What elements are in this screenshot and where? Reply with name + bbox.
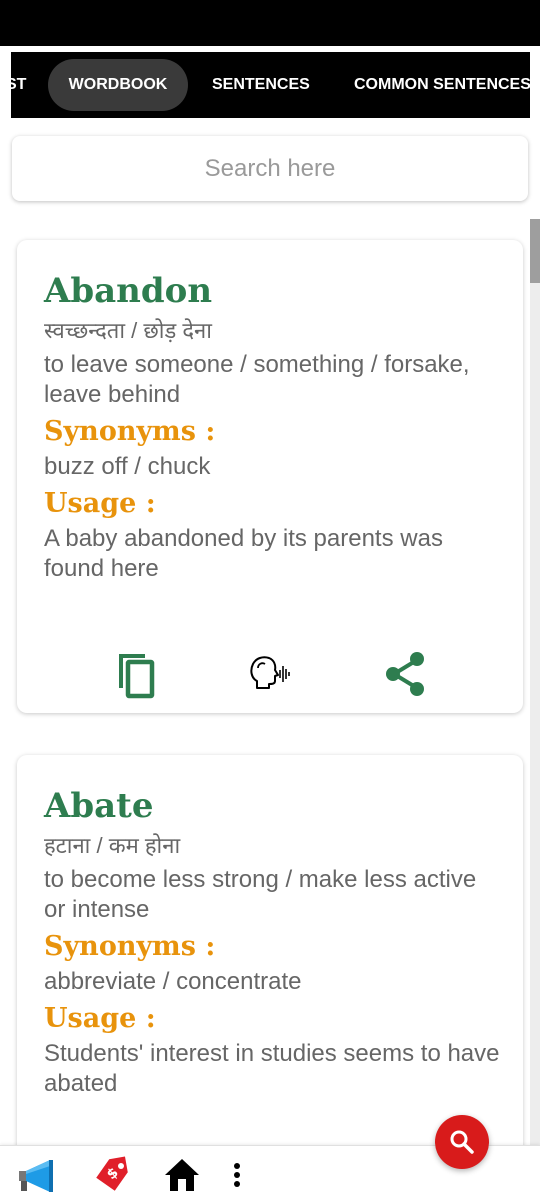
usage-heading: Usage : (44, 1003, 156, 1034)
speak-button[interactable] (245, 648, 297, 700)
home-button[interactable] (162, 1155, 202, 1195)
english-meaning: to become less strong / make less active… (44, 866, 477, 923)
announcement-button[interactable] (16, 1155, 56, 1195)
hindi-meaning: हटाना / कम होना (44, 833, 181, 858)
usage-text: Students' interest in studies seems to h… (44, 1040, 500, 1097)
synonyms-heading: Synonyms : (44, 416, 216, 447)
tab-sentences[interactable]: SENTENCES (212, 59, 310, 111)
search-box (12, 136, 528, 201)
home-icon (165, 1159, 199, 1191)
price-tag-icon: $ (96, 1156, 128, 1191)
tab-bar: ST WORDBOOK SENTENCES COMMON SENTENCES (11, 52, 530, 118)
status-bar (0, 0, 540, 46)
search-fab[interactable] (435, 1115, 489, 1169)
word-card: Abate हटाना / कम होना to become less str… (17, 755, 523, 1175)
speak-icon (250, 656, 290, 689)
tab-wordbook[interactable]: WORDBOOK (48, 59, 188, 111)
more-vert-icon (234, 1163, 240, 1187)
tab-common-sentences[interactable]: COMMON SENTENCES (354, 59, 530, 111)
word-title: Abandon (44, 271, 213, 311)
word-title: Abate (44, 786, 154, 826)
scrollbar-track[interactable] (530, 219, 540, 1154)
share-icon (386, 652, 424, 696)
english-meaning: to leave someone / something / forsake, … (44, 351, 470, 408)
usage-heading: Usage : (44, 488, 156, 519)
usage-text: A baby abandoned by its parents was foun… (44, 525, 443, 582)
synonyms-text: abbreviate / concentrate (44, 968, 302, 995)
search-icon (450, 1130, 474, 1154)
offers-button[interactable]: $ (92, 1155, 132, 1195)
word-card: Abandon स्वच्छन्दता / छोड़ देना to leave… (17, 240, 523, 713)
share-button[interactable] (381, 648, 433, 700)
synonyms-text: buzz off / chuck (44, 453, 211, 480)
megaphone-icon (19, 1160, 53, 1192)
copy-button[interactable] (109, 648, 161, 700)
scrollbar-thumb[interactable] (530, 219, 540, 283)
more-options-button[interactable] (226, 1155, 248, 1195)
search-input[interactable] (12, 136, 528, 201)
tab-previous[interactable]: ST (11, 59, 26, 111)
copy-icon (119, 654, 155, 699)
hindi-meaning: स्वच्छन्दता / छोड़ देना (44, 318, 212, 343)
synonyms-heading: Synonyms : (44, 931, 216, 962)
